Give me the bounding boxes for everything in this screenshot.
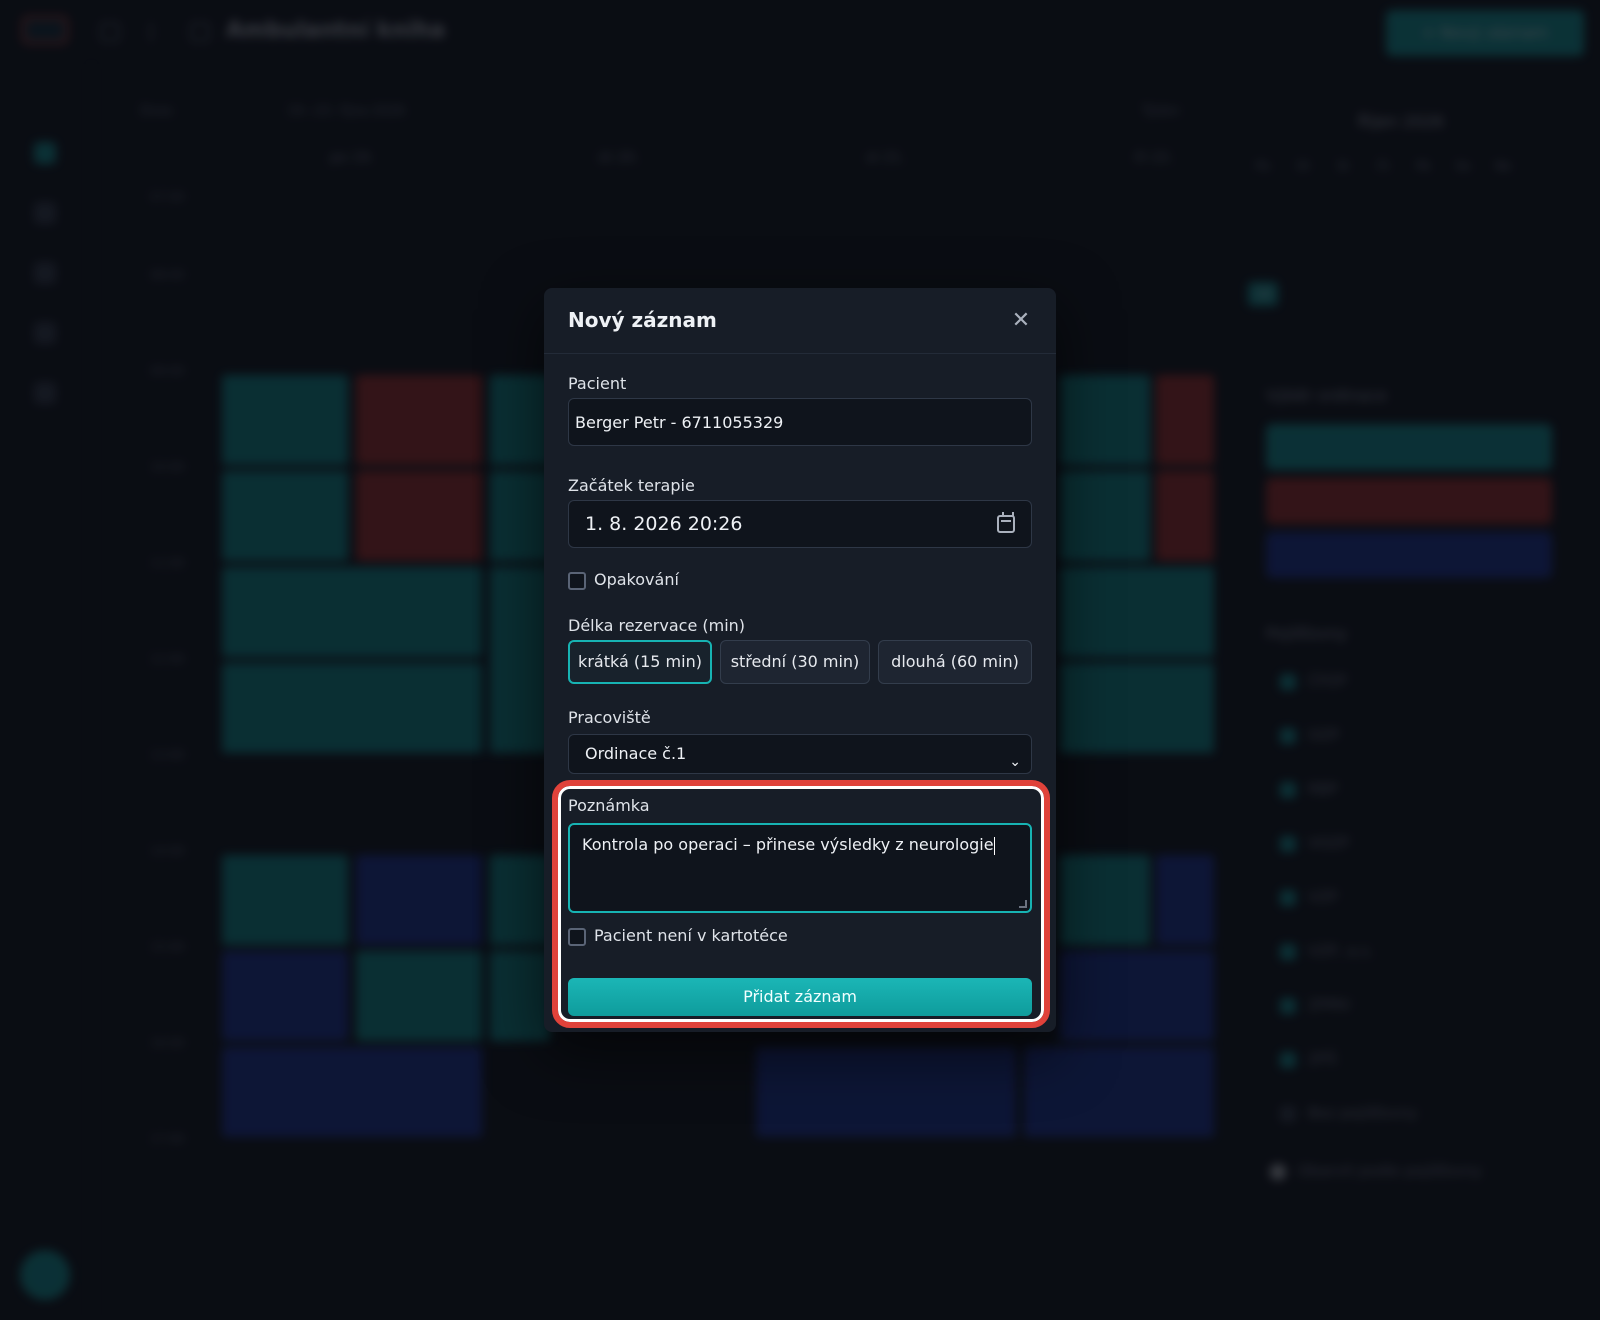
patient-value: Berger Petr - 6711055329 bbox=[575, 412, 784, 432]
calendar-icon[interactable] bbox=[997, 512, 1015, 533]
annotation-highlight-box bbox=[552, 780, 1050, 1028]
patient-field[interactable]: Berger Petr - 6711055329 bbox=[568, 398, 1032, 446]
workplace-value: Ordinace č.1 bbox=[585, 744, 687, 763]
start-datetime-value: 1. 8. 2026 20:26 bbox=[585, 513, 743, 535]
patient-label: Pacient bbox=[568, 374, 627, 393]
workplace-select[interactable]: Ordinace č.1 ⌄ bbox=[568, 734, 1032, 774]
dialog-header: Nový záznam ✕ bbox=[544, 288, 1056, 354]
start-datetime-field[interactable]: 1. 8. 2026 20:26 bbox=[568, 500, 1032, 548]
repeat-checkbox[interactable] bbox=[568, 572, 586, 590]
workplace-label: Pracoviště bbox=[568, 708, 651, 727]
duration-long-button[interactable]: dlouhá (60 min) bbox=[878, 640, 1032, 684]
duration-label: Délka rezervace (min) bbox=[568, 616, 746, 635]
chevron-down-icon: ⌄ bbox=[1009, 754, 1021, 770]
duration-medium-button[interactable]: střední (30 min) bbox=[720, 640, 870, 684]
close-icon[interactable]: ✕ bbox=[1008, 308, 1034, 334]
duration-short-button[interactable]: krátká (15 min) bbox=[568, 640, 712, 684]
start-label: Začátek terapie bbox=[568, 476, 695, 495]
dialog-title: Nový záznam bbox=[568, 308, 717, 332]
repeat-label: Opakování bbox=[594, 570, 679, 589]
